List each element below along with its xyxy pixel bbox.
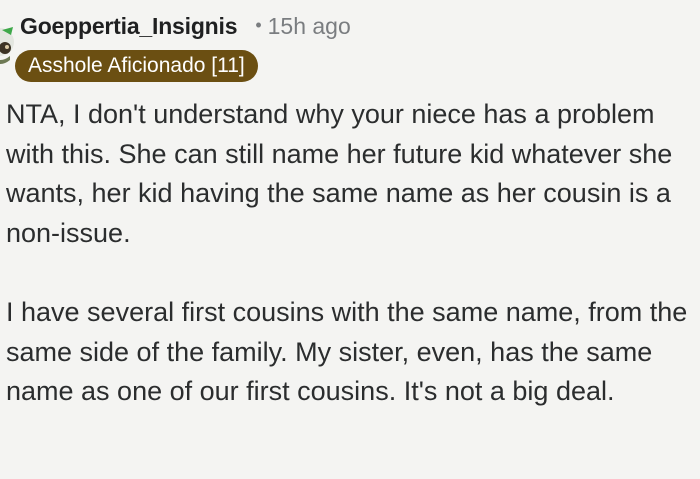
user-flair-badge: Asshole Aficionado [11] xyxy=(15,50,258,82)
comment-body: NTA, I don't understand why your niece h… xyxy=(6,95,698,412)
user-avatar-icon xyxy=(0,27,14,64)
meta-separator: • xyxy=(255,14,262,35)
comment-paragraph: I have several first cousins with the sa… xyxy=(6,297,688,406)
username-link[interactable]: Goeppertia_Insignis xyxy=(20,13,238,40)
avatar[interactable] xyxy=(0,10,14,74)
timestamp[interactable]: 15h ago xyxy=(268,13,351,40)
comment: Goeppertia_Insignis • 15h ago Asshole Af… xyxy=(0,0,700,479)
comment-paragraph: NTA, I don't understand why your niece h… xyxy=(6,99,673,248)
comment-header: Goeppertia_Insignis • 15h ago xyxy=(20,8,351,44)
